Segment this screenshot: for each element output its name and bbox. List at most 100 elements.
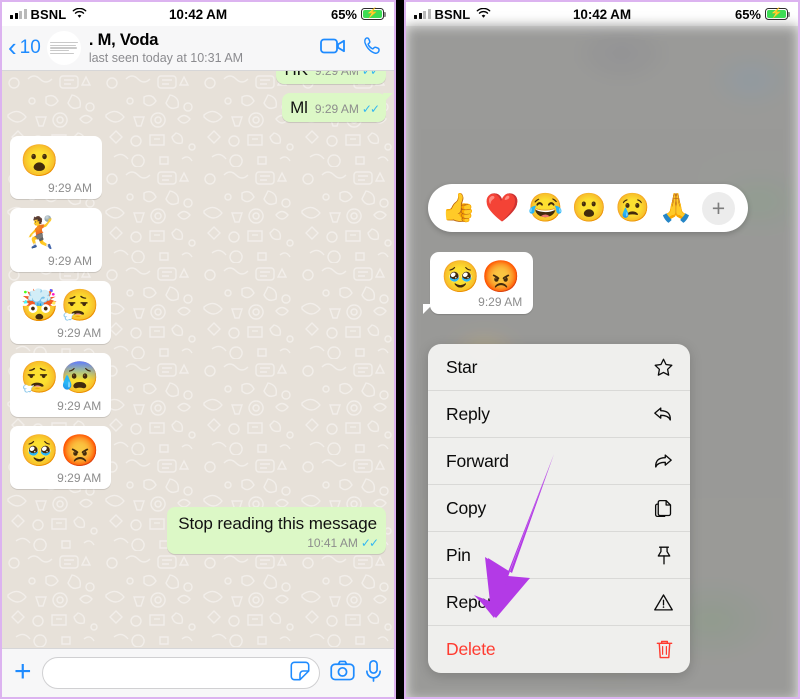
message-row[interactable]: HK 9:29 AM ✓✓	[10, 71, 386, 84]
wifi-icon	[476, 7, 491, 22]
context-menu-item-delete[interactable]: Delete	[428, 626, 690, 673]
screenshot-stage: BSNL 10:42 AM 65% ⚡ ‹ 10 . M, Voda last …	[0, 0, 800, 699]
context-menu-label: Reply	[446, 403, 490, 424]
reaction-pray-icon[interactable]: 🙏	[659, 194, 694, 222]
context-menu-label: Report	[446, 591, 498, 612]
message-text: Ml	[290, 98, 308, 117]
camera-icon[interactable]	[330, 660, 355, 686]
message-row[interactable]: 😮 9:29 AM	[10, 136, 386, 200]
context-menu-item-forward[interactable]: Forward	[428, 438, 690, 485]
battery-percent-label: 65%	[734, 6, 761, 22]
status-left-group: BSNL	[10, 7, 87, 22]
trash-icon	[655, 639, 674, 660]
message-time: 9:29 AM	[57, 398, 102, 413]
emoji-content: 😮	[20, 143, 61, 178]
read-receipt-icon: ✓✓	[361, 71, 380, 78]
message-time: 9:29 AM	[47, 253, 92, 268]
message-time: 9:29 AM	[57, 471, 102, 486]
reaction-open-mouth-icon[interactable]: 😮	[572, 194, 607, 222]
message-time: 9:29 AM	[47, 181, 92, 196]
left-phone-panel: BSNL 10:42 AM 65% ⚡ ‹ 10 . M, Voda last …	[0, 0, 396, 699]
context-menu-item-star[interactable]: Star	[428, 344, 690, 391]
pin-icon	[654, 545, 674, 566]
message-row[interactable]: 🥹😡 9:29 AM	[10, 425, 386, 490]
message-textfield[interactable]	[41, 657, 320, 689]
reaction-heart-icon[interactable]: ❤️	[485, 194, 520, 222]
outgoing-bubble[interactable]: Ml 9:29 AM ✓✓	[282, 93, 393, 122]
incoming-emoji-bubble[interactable]: 😮 9:29 AM	[10, 136, 102, 200]
search-input[interactable]	[50, 664, 289, 682]
emoji-content: 🥹😡	[20, 432, 102, 468]
emoji-content: 🤾	[20, 215, 61, 251]
message-meta: 9:29 AM	[20, 471, 101, 485]
phone-icon[interactable]	[362, 35, 384, 62]
back-button[interactable]: ‹ 10	[8, 32, 41, 62]
message-time: 10:41 AM	[307, 536, 358, 551]
chat-message-list[interactable]: HK 9:29 AM ✓✓ Ml 9:29 AM	[2, 71, 394, 648]
outgoing-bubble[interactable]: HK 9:29 AM ✓✓	[276, 71, 386, 84]
incoming-emoji-bubble[interactable]: 🤯😮‍💨 9:29 AM	[10, 280, 112, 345]
plus-circle-icon[interactable]: +	[702, 191, 735, 225]
forward-arrow-icon	[652, 451, 674, 471]
message-row[interactable]: 🤯😮‍💨 9:29 AM	[10, 280, 386, 345]
message-row[interactable]: 🤾 9:29 AM	[10, 208, 386, 272]
status-right-group: 65% ⚡	[734, 6, 791, 22]
read-receipt-icon: ✓✓	[361, 102, 380, 116]
message-meta: 9:29 AM	[20, 181, 92, 195]
unread-count-label: 10	[19, 37, 41, 58]
message-meta: 9:29 AM ✓✓	[315, 71, 380, 78]
context-menu-label: Forward	[446, 450, 509, 471]
right-phone-panel: BSNL 10:42 AM 65% ⚡ 👍 ❤️ 😂 😮 😢 🙏 + 🥹😡 9:…	[404, 0, 800, 699]
message-time: 9:29 AM	[478, 295, 523, 310]
incoming-emoji-bubble[interactable]: 🥹😡 9:29 AM	[10, 425, 112, 490]
battery-charging-icon: ⚡	[361, 8, 387, 20]
signal-bars-icon	[414, 9, 431, 19]
battery-charging-icon: ⚡	[765, 8, 791, 20]
microphone-icon[interactable]	[365, 659, 382, 688]
outgoing-bubble[interactable]: Stop reading this message 10:41 AM ✓✓	[167, 507, 386, 555]
message-input-bar: +	[2, 648, 394, 697]
messages-container: HK 9:29 AM ✓✓ Ml 9:29 AM	[2, 71, 394, 648]
message-meta: 9:29 AM	[20, 254, 92, 268]
context-menu-item-reply[interactable]: Reply	[428, 391, 690, 438]
contact-info[interactable]: . M, Voda last seen today at 10:31 AM	[89, 31, 314, 64]
message-meta: 9:29 AM	[20, 326, 101, 340]
focused-message-overlay: 👍 ❤️ 😂 😮 😢 🙏 + 🥹😡 9:29 AM Star Reply For…	[406, 26, 798, 697]
copy-icon	[653, 498, 674, 519]
read-receipt-icon: ✓✓	[360, 536, 379, 551]
focused-incoming-bubble[interactable]: 🥹😡 9:29 AM	[422, 252, 534, 315]
carrier-label: BSNL	[30, 6, 67, 22]
avatar[interactable]	[46, 31, 81, 65]
message-row[interactable]: Ml 9:29 AM ✓✓	[10, 93, 393, 122]
reaction-cry-icon[interactable]: 😢	[615, 194, 650, 222]
context-menu-item-report[interactable]: Report	[428, 579, 690, 626]
video-camera-icon[interactable]	[320, 37, 346, 60]
chevron-left-icon: ‹	[8, 32, 17, 62]
plus-icon[interactable]: +	[14, 656, 32, 687]
sticker-icon[interactable]	[289, 660, 311, 687]
chat-header: ‹ 10 . M, Voda last seen today at 10:31 …	[2, 26, 394, 71]
message-row[interactable]: 😮‍💨😰 9:29 AM	[10, 353, 386, 417]
status-bar-left: BSNL 10:42 AM 65% ⚡	[2, 2, 394, 26]
reaction-picker-bar[interactable]: 👍 ❤️ 😂 😮 😢 🙏 +	[428, 184, 748, 232]
header-actions	[320, 35, 384, 62]
context-menu-label: Star	[446, 356, 478, 377]
reaction-joy-icon[interactable]: 😂	[528, 194, 563, 222]
last-seen-label: last seen today at 10:31 AM	[88, 50, 244, 65]
emoji-content: 😮‍💨😰	[20, 360, 102, 396]
incoming-emoji-bubble[interactable]: 😮‍💨😰 9:29 AM	[10, 353, 112, 417]
context-menu-label: Delete	[446, 639, 496, 659]
incoming-emoji-bubble[interactable]: 🤾 9:29 AM	[10, 208, 102, 272]
emoji-content: 🤯😮‍💨	[20, 287, 102, 323]
context-menu-item-pin[interactable]: Pin	[428, 532, 690, 579]
message-meta: 10:41 AM ✓✓	[178, 536, 379, 551]
message-time: 9:29 AM	[314, 102, 359, 116]
carrier-label: BSNL	[434, 6, 471, 22]
message-row[interactable]: Stop reading this message 10:41 AM ✓✓	[10, 507, 386, 555]
battery-percent-label: 65%	[330, 6, 357, 22]
context-menu-item-copy[interactable]: Copy	[428, 485, 690, 532]
wifi-icon	[72, 7, 87, 22]
status-right-group: 65% ⚡	[330, 6, 387, 22]
reaction-thumbs-up-icon[interactable]: 👍	[441, 194, 476, 222]
emoji-content: 🥹😡	[441, 259, 523, 294]
